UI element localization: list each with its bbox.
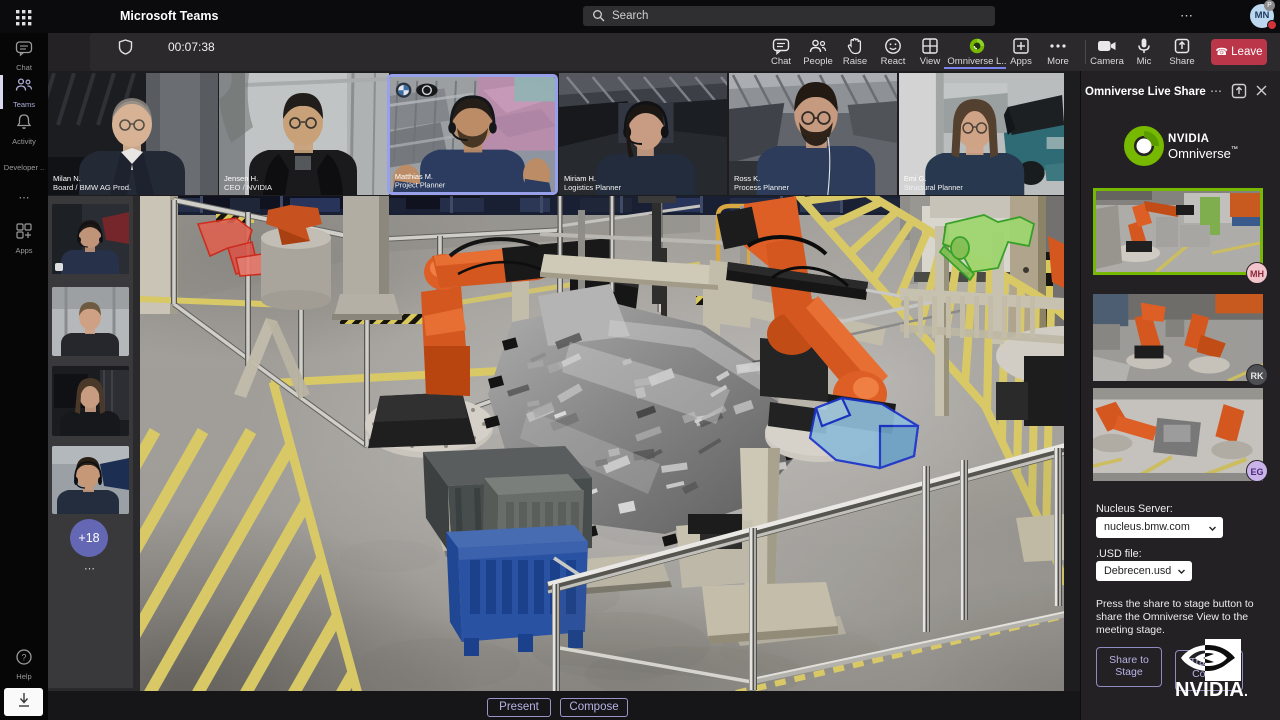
svg-text:Jensen H.: Jensen H. [224, 174, 258, 183]
svg-text:Miriam H.: Miriam H. [564, 174, 596, 183]
svg-text:Ross K.: Ross K. [734, 174, 760, 183]
svg-text:?: ? [21, 653, 26, 663]
svg-text:Logistics Planner: Logistics Planner [564, 183, 622, 192]
svg-text:CEO / NVIDIA: CEO / NVIDIA [224, 183, 273, 192]
svg-text:Structural Planner: Structural Planner [904, 183, 964, 192]
svg-text:Milan N.: Milan N. [53, 174, 81, 183]
svg-text:Board / BMW AG Prod.: Board / BMW AG Prod. [53, 183, 131, 192]
svg-text:Project Planner: Project Planner [395, 180, 446, 189]
svg-text:Process Planner: Process Planner [734, 183, 790, 192]
svg-text:Emi G.: Emi G. [904, 174, 927, 183]
